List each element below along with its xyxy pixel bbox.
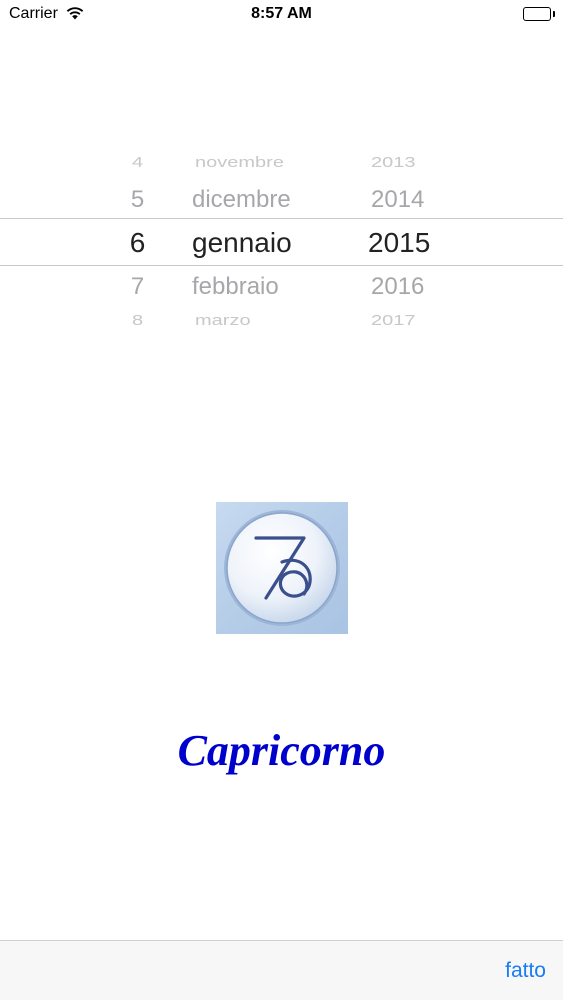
- picker-day[interactable]: 7: [125, 273, 150, 301]
- zodiac-sign-name: Capricorno: [177, 726, 386, 775]
- bottom-toolbar: fatto: [0, 940, 563, 1000]
- battery-icon: [523, 7, 555, 21]
- picker-month[interactable]: dicembre: [192, 186, 291, 214]
- done-button[interactable]: fatto: [505, 959, 546, 983]
- picker-year[interactable]: 2013: [371, 154, 416, 171]
- picker-month[interactable]: novembre: [195, 154, 284, 171]
- picker-month[interactable]: marzo: [195, 312, 251, 329]
- picker-row[interactable]: 5 dicembre 2014: [0, 186, 563, 226]
- picker-year[interactable]: 2014: [371, 186, 424, 214]
- status-bar: Carrier 8:57 AM: [0, 0, 563, 30]
- picker-row[interactable]: 7 febbraio 2016: [0, 273, 563, 313]
- picker-day[interactable]: 8: [125, 312, 150, 329]
- status-time: 8:57 AM: [251, 5, 312, 22]
- picker-year-selected[interactable]: 2015: [368, 227, 430, 259]
- picker-day-selected[interactable]: 6: [125, 227, 150, 259]
- picker-row[interactable]: 8 marzo 2017: [0, 312, 563, 342]
- picker-row[interactable]: 4 novembre 2013: [0, 154, 563, 184]
- picker-day[interactable]: 5: [125, 186, 150, 214]
- date-picker[interactable]: 4 novembre 2013 5 dicembre 2014 6 gennai…: [0, 140, 563, 340]
- picker-year[interactable]: 2016: [371, 273, 424, 301]
- picker-month[interactable]: febbraio: [192, 273, 279, 301]
- picker-row-selected[interactable]: 6 gennaio 2015: [0, 227, 563, 267]
- capricorn-symbol-icon: [216, 502, 348, 634]
- picker-month-selected[interactable]: gennaio: [192, 227, 292, 259]
- picker-year[interactable]: 2017: [371, 312, 416, 329]
- picker-day[interactable]: 4: [125, 154, 150, 171]
